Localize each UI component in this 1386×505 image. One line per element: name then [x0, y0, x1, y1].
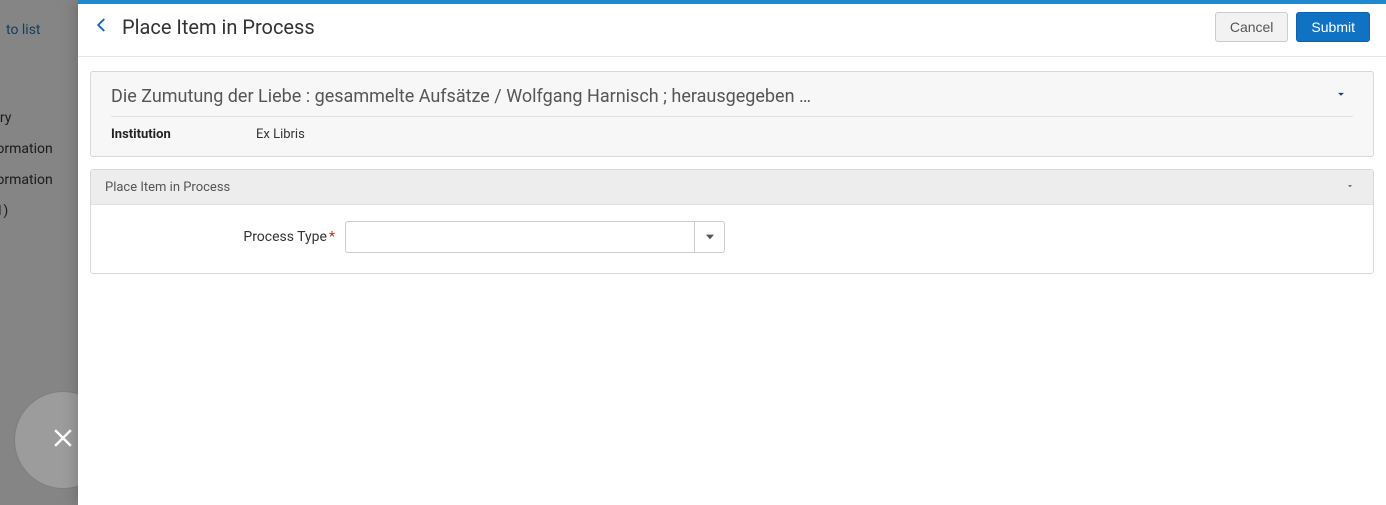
chevron-down-icon — [1345, 180, 1355, 195]
chevron-down-icon — [1334, 87, 1348, 105]
process-type-label-text: Process Type — [243, 229, 327, 245]
caret-down-icon — [706, 229, 714, 245]
panel-header: Place Item in Process Cancel Submit — [78, 4, 1386, 57]
slideout-panel: Place Item in Process Cancel Submit Die … — [78, 0, 1386, 505]
process-type-input[interactable] — [346, 222, 694, 252]
collapse-section-button[interactable] — [1341, 178, 1359, 196]
process-type-row: Process Type* — [91, 205, 1373, 273]
form-card: Place Item in Process Process Type* — [90, 169, 1374, 274]
submit-button[interactable]: Submit — [1296, 12, 1370, 42]
process-type-combobox[interactable] — [345, 221, 725, 253]
close-icon — [48, 423, 78, 457]
institution-label: Institution — [111, 127, 256, 142]
record-title-row: Die Zumutung der Liebe : gesammelte Aufs… — [111, 84, 1353, 117]
institution-value: Ex Libris — [256, 127, 305, 142]
required-asterisk: * — [329, 229, 335, 245]
record-meta-row: Institution Ex Libris — [111, 117, 1353, 142]
section-title: Place Item in Process — [105, 180, 230, 195]
header-actions: Cancel Submit — [1215, 12, 1370, 42]
chevron-left-icon — [93, 16, 111, 38]
page-title: Place Item in Process — [122, 15, 315, 39]
section-header: Place Item in Process — [91, 170, 1373, 205]
panel-body: Die Zumutung der Liebe : gesammelte Aufs… — [78, 57, 1386, 288]
record-summary-card: Die Zumutung der Liebe : gesammelte Aufs… — [90, 71, 1374, 157]
process-type-dropdown-button[interactable] — [694, 222, 724, 252]
back-button[interactable] — [88, 13, 116, 41]
record-title: Die Zumutung der Liebe : gesammelte Aufs… — [111, 86, 1329, 107]
expand-record-button[interactable] — [1329, 84, 1353, 108]
process-type-label: Process Type* — [105, 229, 345, 245]
cancel-button[interactable]: Cancel — [1215, 12, 1289, 42]
